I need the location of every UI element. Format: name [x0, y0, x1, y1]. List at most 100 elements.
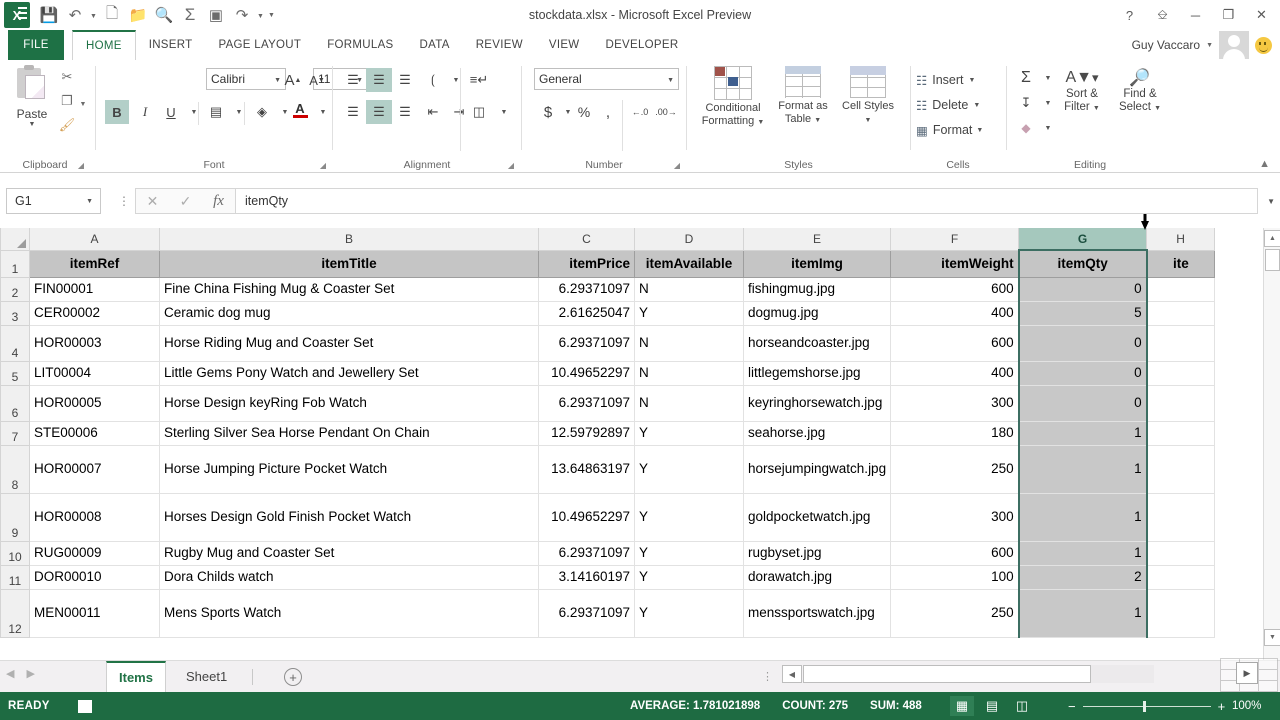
horizontal-scrollbar[interactable]: ◀: [782, 665, 1154, 683]
tab-insert[interactable]: INSERT: [136, 30, 206, 60]
zoom-slider[interactable]: [1082, 700, 1211, 712]
row-header-12[interactable]: 12: [0, 588, 30, 638]
scroll-right-icon[interactable]: ▶: [1236, 662, 1258, 684]
column-header-e[interactable]: E: [742, 228, 892, 251]
previous-sheet-icon[interactable]: ◀: [6, 667, 14, 680]
align-right-button[interactable]: ☰: [392, 100, 418, 124]
data-cell[interactable]: N: [634, 324, 744, 362]
autosum-icon[interactable]: Σ: [1014, 66, 1038, 90]
data-cell[interactable]: HOR00008: [29, 492, 160, 542]
data-cell[interactable]: Sterling Silver Sea Horse Pendant On Cha…: [159, 420, 539, 446]
data-cell[interactable]: Y: [634, 564, 744, 590]
column-header-b[interactable]: B: [159, 228, 539, 251]
data-cell[interactable]: Horse Jumping Picture Pocket Watch: [159, 444, 539, 494]
vertical-scrollbar[interactable]: ▲ ▼: [1263, 228, 1280, 660]
data-cell[interactable]: MEN00011: [29, 588, 160, 638]
split-handle[interactable]: ⋮: [762, 670, 773, 683]
header-cell[interactable]: itemQty: [1017, 249, 1148, 278]
sort-icon[interactable]: ▣: [203, 2, 229, 28]
data-cell[interactable]: [1146, 444, 1216, 494]
data-cell[interactable]: goldpocketwatch.jpg: [742, 492, 892, 542]
data-cell[interactable]: 1: [1017, 540, 1148, 566]
data-cell[interactable]: HOR00003: [29, 324, 160, 362]
select-all-corner[interactable]: [0, 228, 30, 251]
data-cell[interactable]: [1146, 276, 1216, 302]
data-cell[interactable]: [1146, 588, 1216, 638]
top-align-button[interactable]: ☰: [340, 68, 366, 92]
data-cell[interactable]: 6.29371097: [538, 384, 635, 422]
header-cell[interactable]: itemTitle: [159, 249, 539, 278]
data-cell[interactable]: horsejumpingwatch.jpg: [742, 444, 892, 494]
data-cell[interactable]: Fine China Fishing Mug & Coaster Set: [159, 276, 539, 302]
data-cell[interactable]: 10.49652297: [538, 492, 635, 542]
data-cell[interactable]: 600: [890, 540, 1020, 566]
italic-button[interactable]: I: [133, 100, 157, 124]
wrap-text-icon[interactable]: ≡↵: [466, 68, 492, 92]
data-cell[interactable]: Rugby Mug and Coaster Set: [159, 540, 539, 566]
row-header-1[interactable]: 1: [0, 249, 30, 278]
data-cell[interactable]: 0: [1017, 324, 1148, 362]
tab-developer[interactable]: DEVELOPER: [592, 30, 691, 60]
data-cell[interactable]: Y: [634, 492, 744, 542]
comma-format-button[interactable]: ,: [596, 100, 620, 124]
print-preview-icon[interactable]: 🔍: [151, 2, 177, 28]
chevron-down-icon[interactable]: ▼: [865, 117, 872, 124]
data-cell[interactable]: Ceramic dog mug: [159, 300, 539, 326]
data-cell[interactable]: 6.29371097: [538, 276, 635, 302]
chevron-down-icon[interactable]: ▼: [667, 77, 674, 84]
data-cell[interactable]: seahorse.jpg: [742, 420, 892, 446]
data-cell[interactable]: 1: [1017, 444, 1148, 494]
name-box[interactable]: G1 ▼: [6, 188, 101, 214]
chevron-down-icon[interactable]: ▼: [86, 198, 93, 205]
borders-icon[interactable]: ▤: [204, 100, 228, 124]
data-cell[interactable]: Y: [634, 444, 744, 494]
user-name-label[interactable]: Guy Vaccaro: [1132, 38, 1200, 52]
data-cell[interactable]: LIT00004: [29, 360, 160, 386]
data-cell[interactable]: Y: [634, 300, 744, 326]
copy-dropdown-icon[interactable]: ▼: [78, 93, 88, 115]
data-cell[interactable]: 12.59792897: [538, 420, 635, 446]
redo-dropdown-icon[interactable]: ▼: [255, 2, 266, 28]
data-cell[interactable]: 0: [1017, 360, 1148, 386]
data-cell[interactable]: 2.61625047: [538, 300, 635, 326]
grow-font-button[interactable]: A ▲: [281, 68, 305, 92]
data-cell[interactable]: 6.29371097: [538, 588, 635, 638]
data-cell[interactable]: 6.29371097: [538, 324, 635, 362]
data-cell[interactable]: N: [634, 276, 744, 302]
data-cell[interactable]: N: [634, 360, 744, 386]
data-cell[interactable]: menssportswatch.jpg: [742, 588, 892, 638]
fill-icon[interactable]: ↧: [1014, 91, 1038, 115]
row-header-7[interactable]: 7: [0, 420, 30, 446]
tab-review[interactable]: REVIEW: [463, 30, 536, 60]
save-icon[interactable]: 💾: [36, 2, 62, 28]
data-cell[interactable]: N: [634, 384, 744, 422]
middle-align-button[interactable]: ☰: [366, 68, 392, 92]
data-cell[interactable]: 3.14160197: [538, 564, 635, 590]
row-header-6[interactable]: 6: [0, 384, 30, 422]
sheet-tab-sheet1[interactable]: Sheet1: [174, 661, 239, 692]
data-cell[interactable]: 180: [890, 420, 1020, 446]
enter-formula-icon[interactable]: ✓: [169, 193, 202, 210]
column-header-g[interactable]: G: [1018, 228, 1148, 251]
undo-icon[interactable]: ↶: [62, 2, 88, 28]
next-sheet-icon[interactable]: ▶: [26, 667, 34, 680]
fill-color-icon[interactable]: ◈: [250, 100, 274, 124]
data-cell[interactable]: 600: [890, 324, 1020, 362]
data-cell[interactable]: Horse Riding Mug and Coaster Set: [159, 324, 539, 362]
underline-button[interactable]: U: [159, 100, 183, 124]
data-cell[interactable]: HOR00005: [29, 384, 160, 422]
tab-page-layout[interactable]: PAGE LAYOUT: [205, 30, 314, 60]
header-cell[interactable]: ite: [1146, 249, 1216, 278]
data-cell[interactable]: [1146, 492, 1216, 542]
new-icon[interactable]: 🗋: [99, 2, 125, 28]
scroll-up-icon[interactable]: ▲: [1264, 230, 1280, 247]
data-cell[interactable]: keyringhorsewatch.jpg: [742, 384, 892, 422]
data-cell[interactable]: littlegemshorse.jpg: [742, 360, 892, 386]
increase-decimal-icon[interactable]: ←.0: [628, 100, 652, 124]
percent-format-button[interactable]: %: [572, 100, 596, 124]
data-cell[interactable]: Horse Design keyRing Fob Watch: [159, 384, 539, 422]
clipboard-dialog-launcher[interactable]: ◢: [78, 161, 84, 170]
data-cell[interactable]: 100: [890, 564, 1020, 590]
column-header-c[interactable]: C: [538, 228, 635, 251]
row-header-5[interactable]: 5: [0, 360, 30, 386]
